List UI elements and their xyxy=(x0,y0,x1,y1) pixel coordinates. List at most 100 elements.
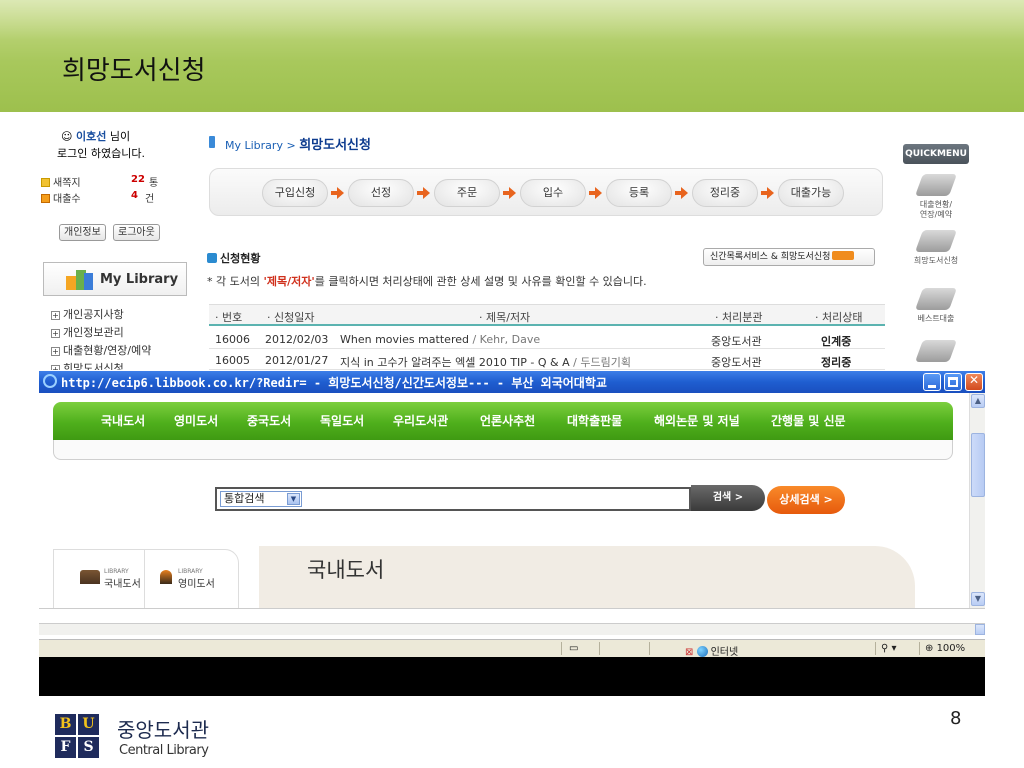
nav-periodicals[interactable]: 간행물 및 신문 xyxy=(771,412,846,429)
go-tag-icon xyxy=(832,251,855,260)
plus-icon: + xyxy=(51,311,60,320)
chevron-down-icon: ▼ xyxy=(287,493,300,505)
envelope-icon xyxy=(41,178,50,187)
arrow-right-icon xyxy=(503,187,517,199)
my-library-box[interactable]: My Library xyxy=(43,262,187,296)
minimize-button[interactable] xyxy=(923,373,941,391)
quick-menu-item-best[interactable]: 베스트대출 xyxy=(903,288,969,324)
message-count-row[interactable]: 새쪽지 22 통 xyxy=(41,174,158,189)
process-step: 입수 xyxy=(520,179,586,207)
panel-title: 국내도서 xyxy=(307,558,385,582)
library-panel: 국내도서 xyxy=(259,546,915,616)
nav-university-press[interactable]: 대학출판물 xyxy=(567,412,622,429)
plus-icon: + xyxy=(51,329,60,338)
arrow-right-icon xyxy=(761,187,775,199)
table-row: 16005 2012/01/27 지식 in 고수가 알려주는 엑셀 2010 … xyxy=(209,349,885,370)
arrow-right-icon xyxy=(417,187,431,199)
security-icon[interactable]: ⚲ ▾ xyxy=(881,643,897,654)
logo-name-korean: 중앙도서관 xyxy=(117,718,209,742)
advanced-search-button[interactable]: 상세검색 > xyxy=(767,486,845,514)
page-number: 8 xyxy=(950,708,962,729)
quick-menu: QUICKMENU 대출현황/ 연장/예약 희망도서신청 베스트대출 xyxy=(903,144,969,370)
new-books-service-button[interactable]: 신간목록서비스 & 희망도서신청 xyxy=(703,248,875,266)
breadcrumb-root[interactable]: My Library > xyxy=(225,139,296,152)
book-title-link[interactable]: When movies mattered / Kehr, Dave xyxy=(340,333,540,346)
process-step: 선정 xyxy=(348,179,414,207)
search-input[interactable]: 통합검색 ▼ xyxy=(215,487,691,511)
browser-title-bar[interactable]: http://ecip6.libbook.co.kr/?Redir= - 희망도… xyxy=(39,371,985,393)
tab-domestic[interactable]: LIBRARY 국내도서 xyxy=(80,568,141,590)
search-type-select[interactable]: 통합검색 ▼ xyxy=(220,491,302,507)
close-button[interactable]: ✕ xyxy=(965,373,983,391)
request-process-bar: 구입신청 선정 주문 입수 등록 정리중 대출가능 xyxy=(209,168,883,216)
quick-menu-title: QUICKMENU xyxy=(903,144,969,164)
vertical-scrollbar[interactable]: ▲ ▼ xyxy=(969,393,985,608)
stack-icon xyxy=(914,340,958,362)
best-loan-icon xyxy=(914,288,958,310)
page-icon: ▭ xyxy=(569,643,579,654)
nav-domestic[interactable]: 국내도서 xyxy=(101,412,145,429)
profile-button[interactable]: 개인정보 xyxy=(59,224,106,241)
arrow-right-icon xyxy=(675,187,689,199)
slide: 희망도서신청 ☺ 이호선 님이 로그인 하였습니다. 새쪽지 22 통 대출수 … xyxy=(0,0,1024,768)
plus-icon: + xyxy=(51,365,60,370)
left-nav-item-loans[interactable]: + 대출현황/연장/예약 xyxy=(51,342,151,358)
breadcrumb: My Library > 희망도서신청 xyxy=(225,134,371,153)
left-nav-item-notice[interactable]: + 개인공지사항 xyxy=(51,306,124,322)
plus-icon: + xyxy=(51,347,60,356)
books-icon xyxy=(66,268,94,290)
nav-foreign-papers[interactable]: 해외논문 및 저널 xyxy=(654,412,740,429)
user-info-box: ☺ 이호선 님이 로그인 하였습니다. 새쪽지 22 통 대출수 4 건 개인정… xyxy=(39,126,187,370)
search-button[interactable]: 검색 > xyxy=(691,485,765,511)
scroll-up-icon[interactable]: ▲ xyxy=(971,394,985,408)
book-title-link[interactable]: 지식 in 고수가 알려주는 엑셀 2010 TIP - Q & A / 두드림… xyxy=(340,354,631,370)
logout-button[interactable]: 로그아웃 xyxy=(113,224,160,241)
logo-name-english: Central Library xyxy=(119,743,209,758)
quick-menu-item-loans[interactable]: 대출현황/ 연장/예약 xyxy=(903,174,969,220)
maximize-button[interactable] xyxy=(944,373,962,391)
bufs-logo-mark: B U F S xyxy=(55,714,99,758)
process-step: 정리중 xyxy=(692,179,758,207)
book-icon xyxy=(41,194,50,203)
nav-chinese[interactable]: 중국도서 xyxy=(247,412,291,429)
browser-status-bar: ▭ ⊠ 인터넷 ⚲ ▾ ⊕ 100% xyxy=(39,639,985,657)
horizontal-scrollbar[interactable] xyxy=(39,623,985,635)
process-step: 등록 xyxy=(606,179,672,207)
open-book-icon xyxy=(80,570,100,584)
user-name: 이호선 xyxy=(75,130,107,143)
tab-english[interactable]: LIBRARY 영미도서 xyxy=(160,568,215,590)
user-icon: ☺ xyxy=(61,130,73,143)
category-nav: 국내도서 영미도서 중국도서 독일도서 우리도서관 언론사추천 대학출판물 해외… xyxy=(53,402,953,440)
scroll-down-icon[interactable]: ▼ xyxy=(971,592,985,606)
browser-title: http://ecip6.libbook.co.kr/?Redir= - 희망도… xyxy=(61,376,607,390)
left-nav-item-profile[interactable]: + 개인정보관리 xyxy=(51,324,124,340)
blocked-icon: ⊠ xyxy=(685,647,694,657)
internet-zone: ⊠ 인터넷 xyxy=(685,646,739,657)
quick-menu-item-more[interactable] xyxy=(903,340,969,366)
nav-press-recommend[interactable]: 언론사추천 xyxy=(480,412,535,429)
loan-count-row[interactable]: 대출수 4 건 xyxy=(41,190,154,205)
quick-menu-item-request[interactable]: 희망도서신청 xyxy=(903,230,969,266)
slide-title: 희망도서신청 xyxy=(62,56,206,86)
zoom-control[interactable]: ⊕ 100% xyxy=(925,643,965,654)
loan-status-icon xyxy=(914,174,958,196)
person-icon xyxy=(160,570,172,584)
nav-english[interactable]: 영미도서 xyxy=(174,412,218,429)
arrow-right-icon xyxy=(331,187,345,199)
status-heading: 신청현황 xyxy=(207,250,260,266)
taskbar-black-area xyxy=(39,657,985,696)
scroll-thumb[interactable] xyxy=(971,433,985,497)
process-step: 주문 xyxy=(434,179,500,207)
nav-german[interactable]: 독일도서 xyxy=(320,412,364,429)
table-header: · 번호 · 신청일자 · 제목/저자 · 처리분관 · 처리상태 xyxy=(209,304,885,326)
nav-our-library[interactable]: 우리도서관 xyxy=(393,412,448,429)
request-book-icon xyxy=(914,230,958,252)
mylibrary-screenshot: ☺ 이호선 님이 로그인 하였습니다. 새쪽지 22 통 대출수 4 건 개인정… xyxy=(39,126,985,370)
arrow-right-icon xyxy=(589,187,603,199)
login-message: 로그인 하였습니다. xyxy=(57,147,145,160)
process-step: 구입신청 xyxy=(262,179,328,207)
breadcrumb-current: 희망도서신청 xyxy=(299,138,371,153)
phone-icon xyxy=(209,136,215,148)
left-nav-item-request[interactable]: + 희망도서신청 xyxy=(51,360,124,370)
scroll-right-icon[interactable] xyxy=(975,624,985,635)
